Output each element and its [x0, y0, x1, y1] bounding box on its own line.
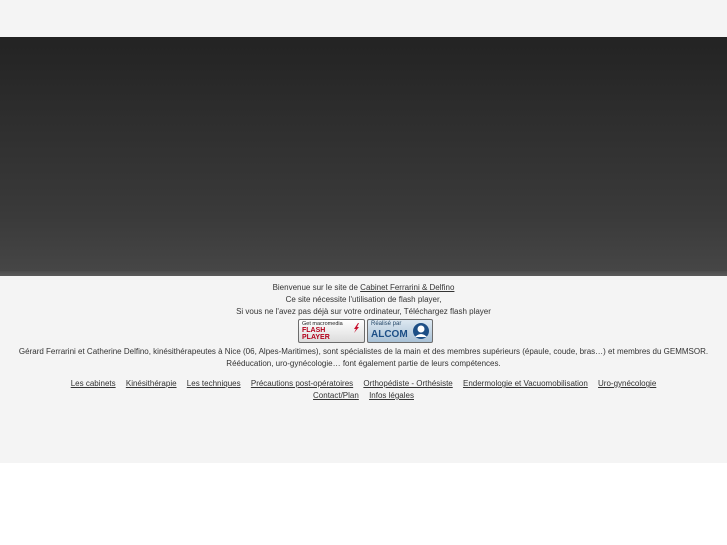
get-flash-player-button[interactable]: Get macromedia FLASH PLAYER — [298, 319, 365, 343]
nav-link-orthopediste[interactable]: Orthopédiste - Orthésiste — [363, 379, 452, 388]
download-prompt-text: Si vous ne l'avez pas déjà sur votre ord… — [236, 307, 491, 316]
nav-link-kinesitherapie[interactable]: Kinésithérapie — [126, 379, 177, 388]
alcom-badge-line2: ALCOM — [371, 329, 408, 340]
site-link[interactable]: Cabinet Ferrarini & Delfino — [360, 283, 454, 292]
nav-link-infos-legales[interactable]: Infos légales — [369, 391, 414, 400]
flash-badge-line3: PLAYER — [302, 334, 330, 341]
welcome-prefix: Bienvenue sur le site de — [272, 283, 361, 292]
alcom-badge-line1: Réalisé par — [371, 321, 402, 327]
nav-link-les-cabinets[interactable]: Les cabinets — [71, 379, 116, 388]
practice-description: Gérard Ferrarini et Catherine Delfino, k… — [18, 347, 709, 368]
nav-link-precautions[interactable]: Précautions post-opératoires — [251, 379, 353, 388]
nav-link-endermologie[interactable]: Endermologie et Vacuomobilisation — [463, 379, 588, 388]
nav-link-les-techniques[interactable]: Les techniques — [187, 379, 241, 388]
nav-link-uro-gynecologie[interactable]: Uro-gynécologie — [598, 379, 656, 388]
top-bar — [0, 0, 727, 37]
nav-row-2: Contact/Plan Infos légales — [0, 390, 727, 401]
nav-link-contact-plan[interactable]: Contact/Plan — [313, 391, 359, 400]
nav-row-1: Les cabinets Kinésithérapie Les techniqu… — [0, 378, 727, 389]
flash-logo-icon — [354, 323, 359, 333]
footer-panel: Bienvenue sur le site de Cabinet Ferrari… — [0, 276, 727, 463]
alcom-logo-icon — [413, 323, 429, 339]
welcome-line: Bienvenue sur le site de Cabinet Ferrari… — [0, 282, 727, 293]
flash-required-text: Ce site nécessite l'utilisation de flash… — [285, 295, 442, 304]
alcom-credit-button[interactable]: Réalisé par ALCOM — [367, 319, 433, 343]
page: Bienvenue sur le site de Cabinet Ferrari… — [0, 0, 727, 545]
flash-banner-area — [0, 37, 727, 276]
